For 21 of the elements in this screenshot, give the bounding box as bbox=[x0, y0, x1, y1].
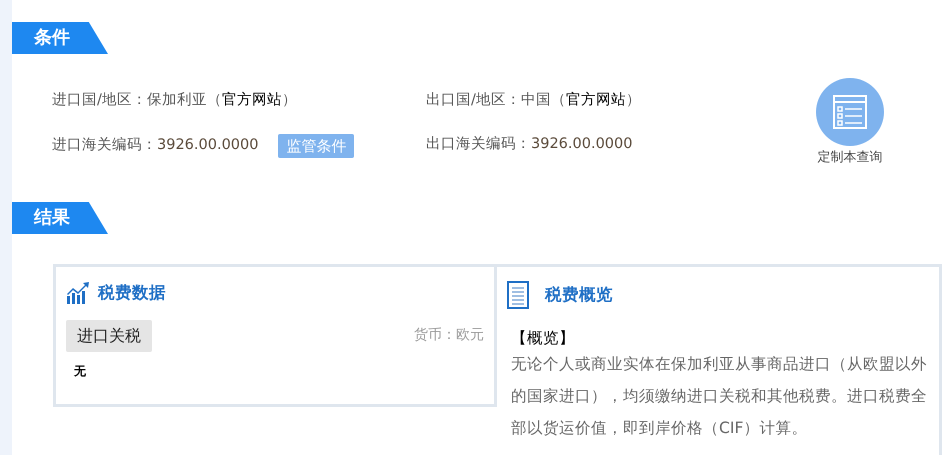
website-link[interactable]: 官方网站 bbox=[566, 92, 626, 108]
section-header: 结果 bbox=[12, 202, 108, 234]
tax-tag[interactable]: 进口关税 bbox=[66, 320, 152, 352]
condition-label: 出口海关编码： bbox=[426, 134, 531, 154]
card-title: 税费数据 bbox=[98, 282, 166, 304]
custom-query-label[interactable]: 定制本查询 bbox=[818, 148, 882, 168]
condition-text: 出口国/地区：中国（官方网站） bbox=[426, 90, 641, 110]
section-header: 条件 bbox=[12, 22, 108, 54]
currency-label: 货币：欧元 bbox=[414, 326, 484, 346]
condition-label: 进口海关编码： bbox=[52, 136, 157, 155]
website-link[interactable]: 官方网站 bbox=[222, 92, 282, 108]
overview-text: 无论个人或商业实体在保加利亚从事商品进口（从欧盟以外的国家进口），均须缴纳进口关税和其他税费。进口税费全部以货运价值，即到岸价格（CIF）计算。 bbox=[511, 354, 928, 440]
overview-heading: 【概览】 bbox=[511, 328, 576, 349]
document-icon bbox=[507, 281, 529, 309]
hs-code: 3926.00.0000 bbox=[531, 134, 632, 154]
chart-trend-icon bbox=[66, 282, 90, 304]
condition-text: 进口国/地区：保加利亚（官方网站） bbox=[52, 90, 297, 110]
tax-value: 无 bbox=[73, 362, 87, 380]
hs-code: 3926.00.0000 bbox=[157, 136, 258, 155]
card-title: 税费概览 bbox=[545, 284, 613, 306]
form-list-icon bbox=[831, 93, 869, 131]
